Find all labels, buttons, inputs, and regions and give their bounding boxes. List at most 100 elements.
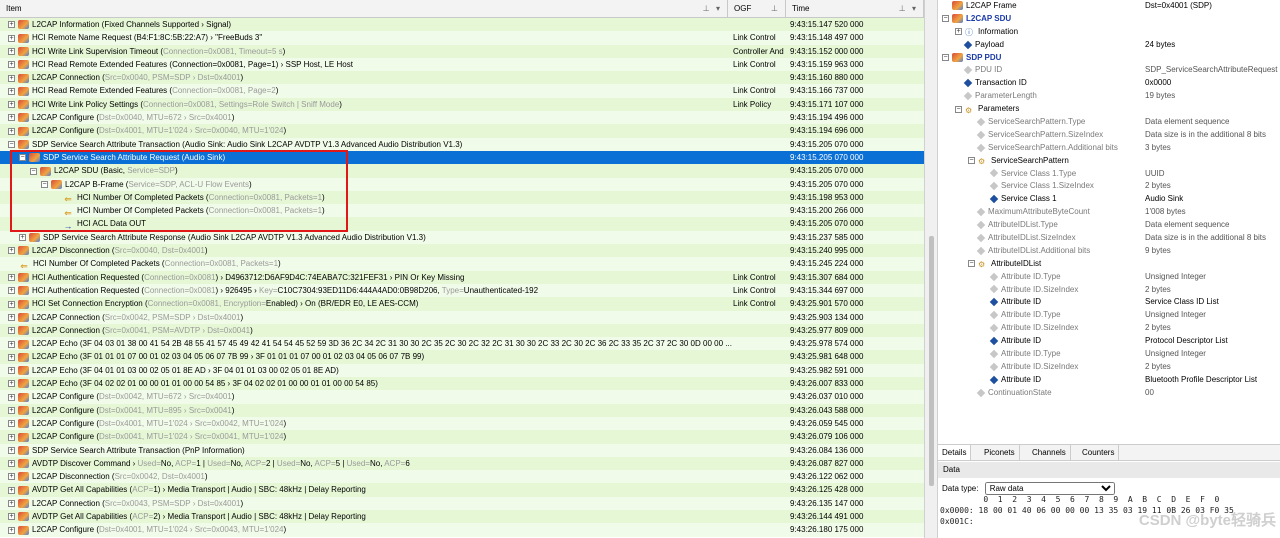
table-row[interactable]: + L2CAP Configure (Dst=0x0041, MTU=1'024 … [0,430,924,444]
table-row[interactable]: + HCI Write Link Supervision Timeout (Con… [0,44,924,58]
table-row[interactable]: + L2CAP Connection (Src=0x0041, PSM=AVDTP… [0,323,924,338]
table-row[interactable]: + L2CAP Connection (Src=0x0043, PSM=SDP ›… [0,496,924,510]
expand-icon[interactable]: + [8,460,15,468]
collapse-icon[interactable]: − [942,15,949,23]
table-row[interactable]: + L2CAP Configure (Dst=0x4001, MTU=1'024 … [0,416,924,431]
property-row[interactable]: Attribute ID Protocol Descriptor List [938,335,1280,348]
property-row[interactable]: − ⚙ AttributeIDList [938,258,1280,271]
property-row[interactable]: ServiceSearchPattern.SizeIndex Data size … [938,129,1280,142]
expand-icon[interactable]: + [8,380,15,388]
property-row[interactable]: PDU ID SDP_ServiceSearchAttributeRequest [938,64,1280,77]
expand-icon[interactable]: + [8,247,15,255]
collapse-icon[interactable]: − [968,260,975,268]
scrollbar-thumb[interactable] [929,236,934,486]
table-row[interactable]: + L2CAP Configure (Dst=0x0042, MTU=672 › … [0,390,924,404]
table-row[interactable]: ⇐ HCI Number Of Completed Packets (Connec… [0,190,924,205]
property-row[interactable]: AttributeIDList.Type Data element sequenc… [938,219,1280,232]
column-header-ogf[interactable]: OGF ⊥ [728,0,786,17]
expand-icon[interactable]: + [8,367,15,375]
table-row[interactable]: + AVDTP Get All Capabilities (ACP=2) › Me… [0,509,924,524]
expand-icon[interactable]: + [8,513,15,521]
tab-counters[interactable]: Counters [1078,445,1120,460]
table-row[interactable]: − SDP Service Search Attribute Request (A… [0,150,924,165]
table-row[interactable]: + L2CAP Connection (Src=0x0040, PSM=SDP ›… [0,71,924,85]
property-row[interactable]: AttributeIDList.Additional bits 9 bytes [938,245,1280,258]
table-row[interactable]: + HCI Read Remote Extended Features (Conn… [0,84,924,98]
table-row[interactable]: + HCI Authentication Requested (Connectio… [0,283,924,298]
table-row[interactable]: + SDP Service Search Attribute Response (… [0,230,924,245]
expand-icon[interactable]: + [8,127,15,135]
table-row[interactable]: + L2CAP Echo (3F 04 01 01 03 00 02 05 01 … [0,363,924,378]
table-row[interactable]: + L2CAP Echo (3F 04 03 01 38 00 41 54 2B … [0,337,924,351]
table-row[interactable]: + SDP Service Search Attribute Transactio… [0,443,924,457]
expand-icon[interactable]: + [8,393,15,401]
property-row[interactable]: ParameterLength 19 bytes [938,90,1280,103]
expand-icon[interactable]: + [8,420,15,428]
column-header-item[interactable]: Item ⊥ ▾ [0,0,728,17]
expand-icon[interactable]: + [8,87,15,95]
property-row[interactable]: Attribute ID.SizeIndex 2 bytes [938,361,1280,374]
collapse-icon[interactable]: − [30,167,37,175]
expand-icon[interactable]: + [8,34,15,42]
collapse-icon[interactable]: − [19,154,26,162]
expand-icon[interactable]: + [8,74,15,82]
table-row[interactable]: + L2CAP Configure (Dst=0x0040, MTU=672 › … [0,111,924,125]
table-row[interactable]: − L2CAP B-Frame (Service=SDP, ACL-U Flow … [0,177,924,191]
table-row[interactable]: + L2CAP Information (Fixed Channels Suppo… [0,18,924,32]
expand-icon[interactable]: + [8,327,15,335]
table-row[interactable]: + HCI Authentication Requested (Connectio… [0,270,924,284]
expand-icon[interactable]: + [8,473,15,481]
tab-piconets[interactable]: Piconets [980,445,1020,460]
property-row[interactable]: − L2CAP SDU [938,13,1280,26]
table-row[interactable]: + L2CAP Configure (Dst=0x0041, MTU=895 › … [0,403,924,417]
expand-icon[interactable]: + [8,446,15,454]
property-row[interactable]: AttributeIDList.SizeIndex Data size is in… [938,232,1280,245]
column-header-time[interactable]: Time ⊥ ▾ [786,0,924,17]
table-row[interactable]: + AVDTP Discover Command › Used=No, ACP=1… [0,456,924,471]
expand-icon[interactable]: + [955,28,962,36]
pane-splitter[interactable] [924,0,938,538]
property-row[interactable]: ServiceSearchPattern.Type Data element se… [938,116,1280,129]
expand-icon[interactable]: + [8,353,15,361]
table-row[interactable]: + L2CAP Configure (Dst=0x4001, MTU=1'024 … [0,124,924,138]
property-row[interactable]: Transaction ID 0x0000 [938,77,1280,90]
table-row[interactable]: − SDP Service Search Attribute Transactio… [0,137,924,151]
collapse-icon[interactable]: − [41,180,48,188]
table-row[interactable]: + L2CAP Configure (Dst=0x4001, MTU=1'024 … [0,523,924,537]
property-row[interactable]: Attribute ID.SizeIndex 2 bytes [938,322,1280,335]
property-row[interactable]: − SDP PDU [938,52,1280,65]
table-row[interactable]: + HCI Remote Name Request (B4:F1:8C:5B:22… [0,31,924,45]
expand-icon[interactable]: + [8,340,15,348]
property-row[interactable]: Attribute ID Bluetooth Profile Descriptor… [938,374,1280,387]
property-row[interactable]: ServiceSearchPattern.Additional bits 3 by… [938,142,1280,155]
column-tools-icon[interactable]: ⊥ ▾ [703,0,722,17]
property-row[interactable]: Service Class 1 Audio Sink [938,193,1280,206]
table-row[interactable]: ⇐ HCI Number Of Completed Packets (Connec… [0,257,924,271]
property-row[interactable]: − ⚙ ServiceSearchPattern [938,155,1280,168]
expand-icon[interactable]: + [8,313,15,321]
table-row[interactable]: + HCI Read Remote Extended Features (Conn… [0,57,924,72]
expand-icon[interactable]: + [8,101,15,109]
expand-icon[interactable]: + [8,61,15,69]
collapse-icon[interactable]: − [955,105,962,113]
table-row[interactable]: ⇐ HCI Number Of Completed Packets (Connec… [0,204,924,218]
property-row[interactable]: − ⚙ Parameters [938,103,1280,116]
expand-icon[interactable]: + [19,234,26,242]
expand-icon[interactable]: + [8,300,15,308]
expand-icon[interactable]: + [8,21,15,29]
property-row[interactable]: Attribute ID.Type Unsigned Integer [938,348,1280,361]
expand-icon[interactable]: + [8,407,15,414]
column-tools-icon[interactable]: ⊥ ▾ [899,0,918,17]
expand-icon[interactable]: + [8,500,15,508]
table-row[interactable]: + AVDTP Get All Capabilities (ACP=1) › Me… [0,483,924,497]
property-row[interactable]: Service Class 1.Type UUID [938,168,1280,181]
expand-icon[interactable]: + [8,486,15,494]
expand-icon[interactable]: + [8,526,15,534]
table-row[interactable]: + L2CAP Connection (Src=0x0042, PSM=SDP ›… [0,310,924,324]
property-row[interactable]: Payload 24 bytes [938,39,1280,52]
collapse-icon[interactable]: − [942,53,949,61]
property-row[interactable]: Attribute ID.SizeIndex 2 bytes [938,284,1280,297]
table-row[interactable]: + HCI Set Connection Encryption (Connecti… [0,297,924,311]
property-row[interactable]: + ⓘ Information [938,26,1280,39]
table-row[interactable]: − L2CAP SDU (Basic, Service=SDP) 9:43:15.2… [0,164,924,178]
